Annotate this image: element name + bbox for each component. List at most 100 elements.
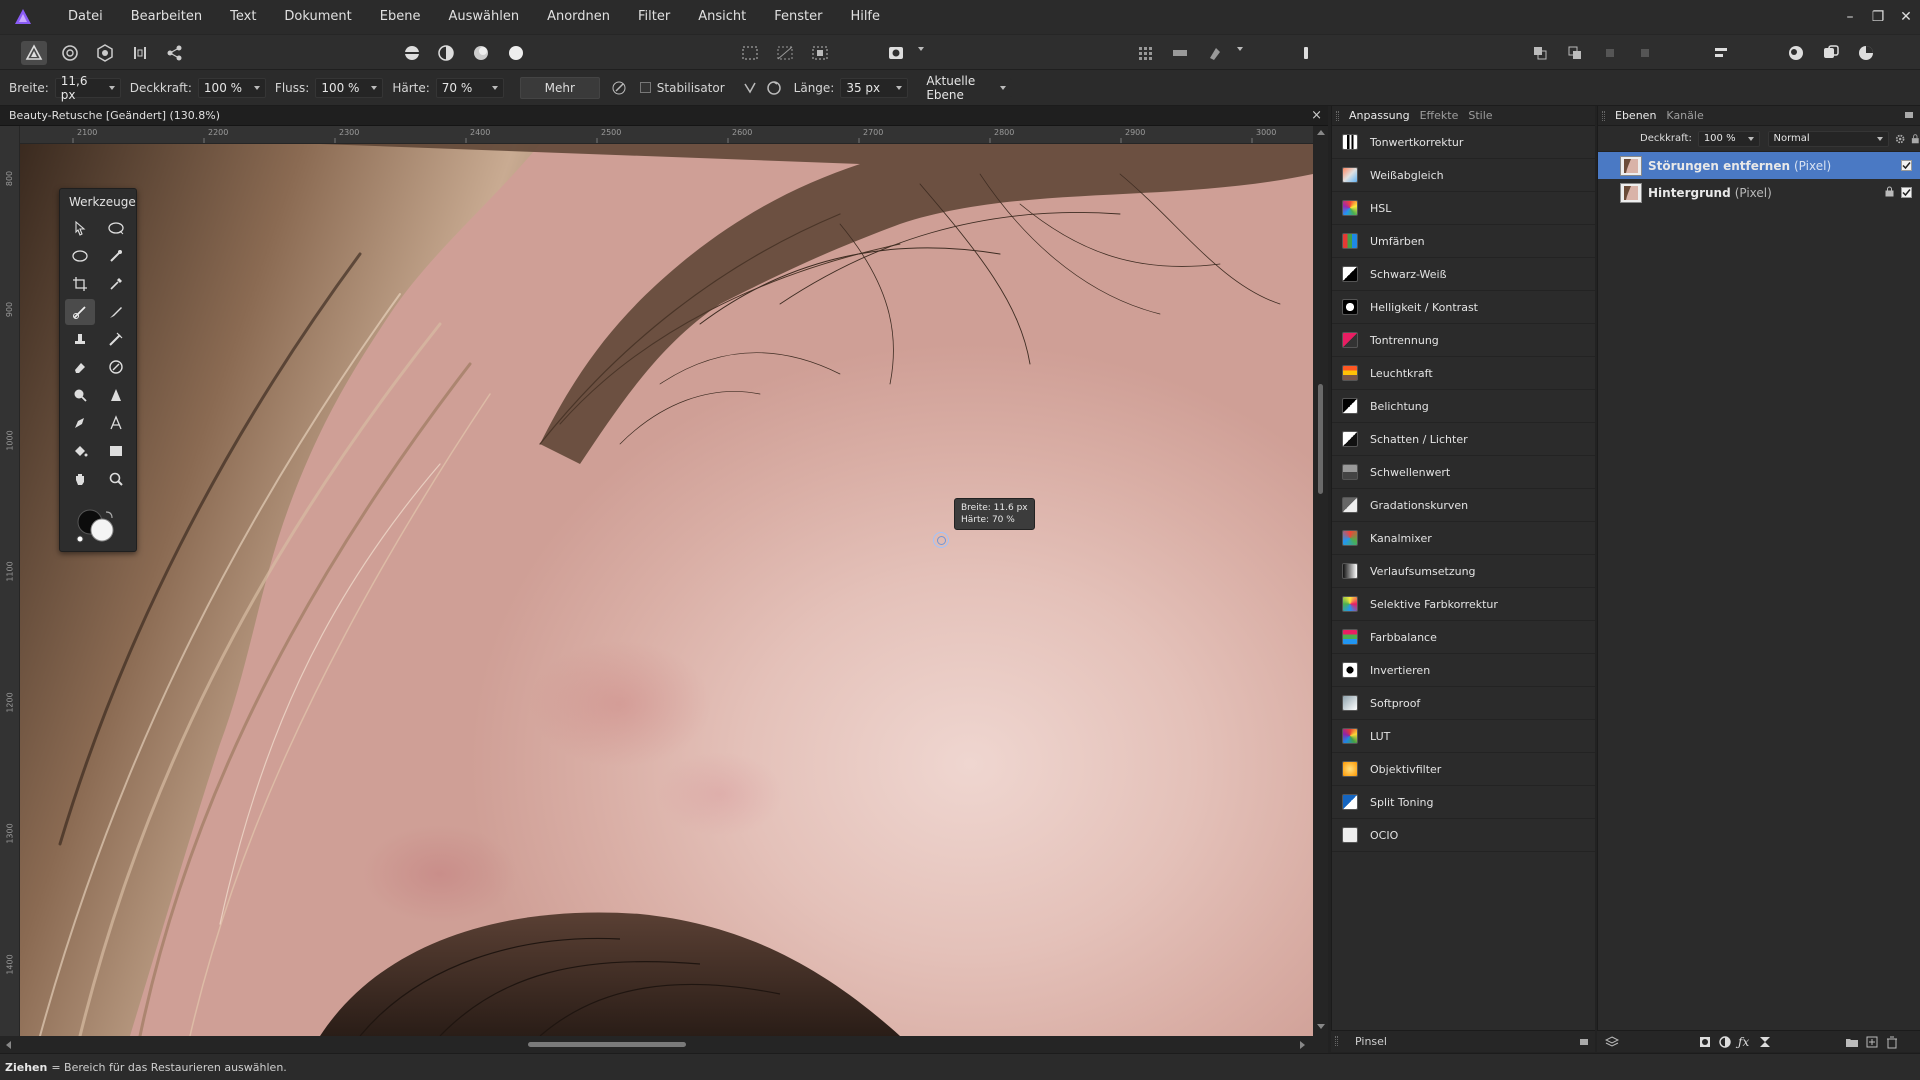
opacity-field[interactable]: 100 % bbox=[197, 77, 266, 98]
horizontal-scrollbar[interactable] bbox=[0, 1036, 1328, 1053]
menu-ebene[interactable]: Ebene bbox=[366, 0, 435, 34]
align-icon[interactable] bbox=[1708, 41, 1734, 65]
add-layer-icon[interactable] bbox=[1865, 1035, 1879, 1049]
studio-link-icon[interactable] bbox=[1818, 41, 1844, 65]
layer-row-hintergrund[interactable]: Hintergrund (Pixel) bbox=[1598, 179, 1920, 206]
panel-grip-icon[interactable] bbox=[1336, 111, 1339, 121]
adjustment-item[interactable]: Schatten / Lichter bbox=[1332, 423, 1595, 456]
length-field[interactable]: 35 px bbox=[840, 77, 909, 98]
tab-ebenen[interactable]: Ebenen bbox=[1610, 106, 1661, 126]
menu-datei[interactable]: Datei bbox=[54, 0, 117, 34]
quick-mask-dropdown-icon[interactable] bbox=[918, 47, 924, 51]
minimize-icon[interactable]: – bbox=[1836, 9, 1864, 25]
menu-hilfe[interactable]: Hilfe bbox=[836, 0, 894, 34]
adjustment-item[interactable]: Umfärben bbox=[1332, 225, 1595, 258]
menu-text[interactable]: Text bbox=[216, 0, 270, 34]
layers-stack-icon[interactable] bbox=[1605, 1035, 1619, 1049]
adjustment-item[interactable]: Invertieren bbox=[1332, 654, 1595, 687]
lock-icon[interactable] bbox=[1911, 133, 1920, 145]
tone-mapping-persona-icon[interactable] bbox=[127, 41, 153, 65]
pen-tool-icon[interactable] bbox=[65, 410, 95, 436]
color-picker-tool-icon[interactable] bbox=[101, 271, 131, 297]
menu-dokument[interactable]: Dokument bbox=[270, 0, 365, 34]
scroll-down-icon[interactable] bbox=[1317, 1024, 1325, 1029]
adjustment-item[interactable]: Schwarz-Weiß bbox=[1332, 258, 1595, 291]
vertical-ruler[interactable]: 800 900 1000 1100 1200 1300 1400 bbox=[0, 126, 20, 1036]
snapping-grid-icon[interactable] bbox=[1132, 41, 1158, 65]
sharpen-brush-tool-icon[interactable] bbox=[101, 382, 131, 408]
snapping-icon[interactable] bbox=[1202, 41, 1228, 65]
rectangle-tool-icon[interactable] bbox=[101, 438, 131, 464]
snapping-dropdown-icon[interactable] bbox=[1237, 47, 1243, 51]
crop-tool-icon[interactable] bbox=[65, 271, 95, 297]
close-window-icon[interactable]: ✕ bbox=[1892, 9, 1920, 25]
stabilizer-checkbox[interactable] bbox=[639, 82, 651, 93]
fx-live-filter-icon[interactable]: ƒx bbox=[1738, 1035, 1752, 1049]
arrange-backmost-icon[interactable] bbox=[1632, 41, 1658, 65]
horizontal-ruler[interactable]: 2100 2200 2300 2400 2500 2600 2700 2800 … bbox=[20, 126, 1313, 144]
adjustment-item[interactable]: Softproof bbox=[1332, 687, 1595, 720]
panel-grip-icon[interactable] bbox=[1602, 111, 1605, 121]
adjustment-item[interactable]: Farbbalance bbox=[1332, 621, 1595, 654]
arrange-back-icon[interactable] bbox=[1527, 41, 1553, 65]
document-canvas[interactable] bbox=[20, 144, 1313, 1036]
hand-tool-icon[interactable] bbox=[65, 466, 95, 492]
color-swatches[interactable] bbox=[74, 506, 122, 546]
scroll-right-icon[interactable] bbox=[1300, 1041, 1305, 1049]
scroll-left-icon[interactable] bbox=[6, 1041, 11, 1049]
adjustment-item[interactable]: Split Toning bbox=[1332, 786, 1595, 819]
flow-field[interactable]: 100 % bbox=[315, 77, 384, 98]
menu-fenster[interactable]: Fenster bbox=[760, 0, 836, 34]
photo-persona-icon[interactable] bbox=[21, 41, 47, 65]
panel-grip-icon[interactable] bbox=[1335, 1036, 1338, 1046]
document-tab[interactable]: Beauty-Retusche [Geändert] (130.8%) × bbox=[0, 106, 1328, 126]
arrange-front-icon[interactable] bbox=[1597, 41, 1623, 65]
eraser-tool-icon[interactable] bbox=[65, 354, 95, 380]
menu-auswaehlen[interactable]: Auswählen bbox=[434, 0, 533, 34]
mask-layer-icon[interactable] bbox=[1698, 1035, 1712, 1049]
smudge-brush-tool-icon[interactable] bbox=[101, 326, 131, 352]
adjustment-item[interactable]: Leuchtkraft bbox=[1332, 357, 1595, 390]
blend-mode-dropdown[interactable]: Normal bbox=[1767, 130, 1890, 147]
elliptical-marquee-tool-icon[interactable] bbox=[65, 243, 95, 269]
assistant-icon[interactable] bbox=[1293, 41, 1319, 65]
window-mode-icon[interactable] bbox=[763, 77, 785, 99]
add-adjustment-icon[interactable] bbox=[1718, 1035, 1732, 1049]
contrast-icon[interactable] bbox=[433, 41, 459, 65]
vertical-scrollbar-thumb[interactable] bbox=[1318, 384, 1323, 494]
adjustment-item[interactable]: Tontrennung bbox=[1332, 324, 1595, 357]
hardness-field[interactable]: 70 % bbox=[435, 77, 504, 98]
scroll-up-icon[interactable] bbox=[1317, 130, 1325, 135]
text-tool-icon[interactable] bbox=[101, 410, 131, 436]
adjustment-item[interactable]: Helligkeit / Kontrast bbox=[1332, 291, 1595, 324]
adjustment-item[interactable]: Kanalmixer bbox=[1332, 522, 1595, 555]
horizontal-scrollbar-thumb[interactable] bbox=[528, 1042, 686, 1047]
quick-mask-icon[interactable] bbox=[883, 41, 909, 65]
move-icon[interactable] bbox=[1167, 41, 1193, 65]
source-dropdown[interactable]: Aktuelle Ebene bbox=[920, 74, 1013, 102]
personas-chat-icon[interactable] bbox=[1783, 41, 1809, 65]
fill-tool-icon[interactable] bbox=[65, 438, 95, 464]
adjustment-item[interactable]: Tonwertkorrektur bbox=[1332, 126, 1595, 159]
menu-anordnen[interactable]: Anordnen bbox=[533, 0, 624, 34]
adjustment-item[interactable]: Schwellenwert bbox=[1332, 456, 1595, 489]
export-persona-icon[interactable] bbox=[162, 41, 188, 65]
blur-brush-tool-icon[interactable] bbox=[65, 382, 95, 408]
color-wheel-icon[interactable] bbox=[1853, 41, 1879, 65]
layer-row-stoerungen[interactable]: Störungen entfernen (Pixel) bbox=[1598, 152, 1920, 179]
pixel-layer-icon[interactable] bbox=[1758, 1035, 1772, 1049]
adjustment-item[interactable]: Selektive Farbkorrektur bbox=[1332, 588, 1595, 621]
restore-icon[interactable]: ❐ bbox=[1864, 9, 1892, 25]
auto-white-balance-icon[interactable] bbox=[503, 41, 529, 65]
adjustment-item[interactable]: Objektivfilter bbox=[1332, 753, 1595, 786]
invert-selection-icon[interactable] bbox=[807, 41, 833, 65]
gear-icon[interactable] bbox=[1895, 133, 1905, 145]
liquify-persona-icon[interactable] bbox=[57, 41, 83, 65]
flood-select-tool-icon[interactable] bbox=[101, 243, 131, 269]
group-folder-icon[interactable] bbox=[1845, 1035, 1859, 1049]
adjustment-item[interactable]: HSL bbox=[1332, 192, 1595, 225]
adjustment-item[interactable]: Verlaufsumsetzung bbox=[1332, 555, 1595, 588]
layer-visibility-checkbox[interactable] bbox=[1901, 160, 1912, 171]
adjustment-item[interactable]: LUT bbox=[1332, 720, 1595, 753]
clone-brush-tool-icon[interactable] bbox=[65, 326, 95, 352]
